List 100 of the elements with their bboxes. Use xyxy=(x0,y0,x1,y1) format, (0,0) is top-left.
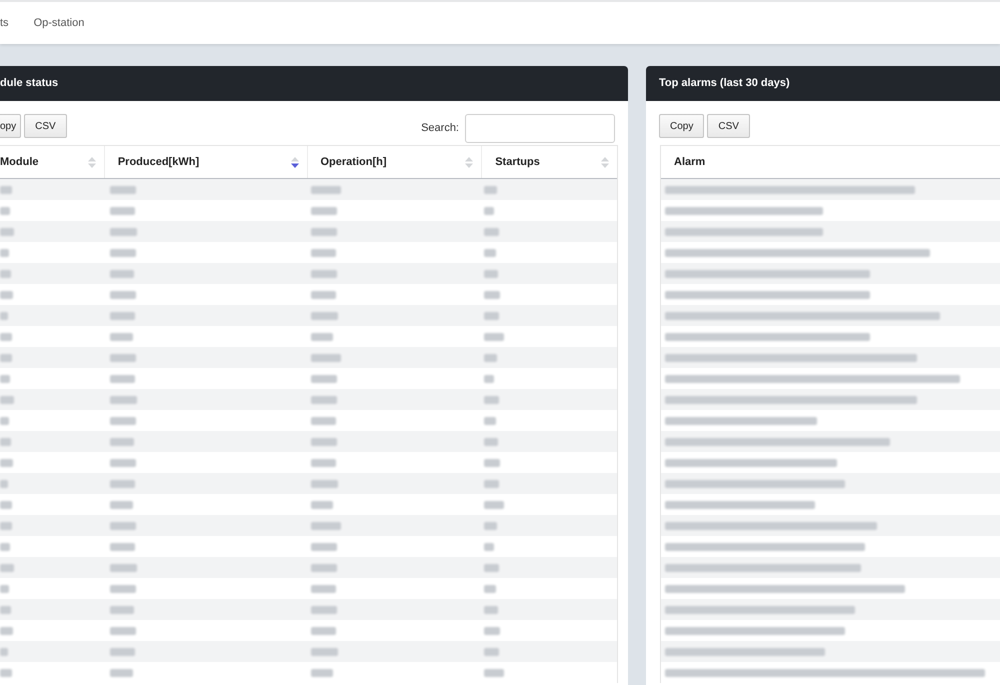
blurred-text xyxy=(484,522,498,530)
blurred-text xyxy=(310,270,336,278)
blurred-text xyxy=(110,438,134,446)
blurred-text xyxy=(310,606,336,614)
blurred-text xyxy=(310,248,336,256)
blurred-text xyxy=(110,354,136,362)
blurred-text xyxy=(310,396,336,404)
blurred-text xyxy=(310,626,336,634)
blurred-text xyxy=(484,396,500,404)
blurred-text xyxy=(0,206,10,214)
blurred-text xyxy=(310,522,340,530)
blurred-text xyxy=(110,374,135,382)
blurred-text xyxy=(484,354,498,362)
blurred-text xyxy=(484,584,496,592)
blurred-text xyxy=(484,458,500,466)
blurred-text xyxy=(0,374,10,382)
blurred-text xyxy=(110,206,135,214)
blurred-text xyxy=(484,500,504,508)
blurred-text xyxy=(0,396,14,404)
blurred-text xyxy=(0,354,12,362)
blurred-text xyxy=(0,312,8,320)
blurred-text xyxy=(110,500,133,508)
blurred-text xyxy=(0,228,14,236)
column-header[interactable]: Alarm xyxy=(661,146,1000,178)
blurred-text xyxy=(310,228,336,236)
blurred-text xyxy=(0,542,10,550)
blurred-text xyxy=(484,564,500,572)
blurred-text xyxy=(310,354,340,362)
blurred-text xyxy=(0,626,13,634)
blurred-text xyxy=(110,542,135,550)
blurred-text xyxy=(310,374,336,382)
blurred-text xyxy=(484,228,500,236)
blurred-text xyxy=(484,480,500,488)
column-header[interactable]: Module xyxy=(0,146,105,178)
blurred-text xyxy=(310,332,332,340)
blurred-text xyxy=(0,584,9,592)
export-button[interactable]: opy xyxy=(0,114,22,138)
blurred-text xyxy=(310,206,336,214)
search-label: Search: xyxy=(421,121,459,136)
blurred-text xyxy=(310,480,338,488)
blurred-text xyxy=(0,416,9,424)
blurred-text xyxy=(0,668,12,676)
blurred-text xyxy=(0,186,12,194)
blurred-text xyxy=(310,416,336,424)
blurred-text xyxy=(110,606,134,614)
blurred-text xyxy=(310,668,332,676)
blurred-text xyxy=(310,186,340,194)
blurred-text xyxy=(484,186,498,194)
blurred-text xyxy=(110,312,135,320)
panel-title: dule status xyxy=(0,76,58,92)
blurred-text xyxy=(484,648,500,656)
blurred-text xyxy=(484,312,500,320)
blurred-text xyxy=(110,290,136,298)
blurred-text xyxy=(310,564,336,572)
export-button[interactable]: Copy xyxy=(659,114,704,138)
blurred-text xyxy=(484,668,504,676)
search-field[interactable] xyxy=(465,114,615,143)
column-header[interactable]: Produced[kWh] xyxy=(104,146,308,178)
blurred-text xyxy=(110,584,136,592)
blurred-text xyxy=(110,186,136,194)
blurred-text xyxy=(110,270,134,278)
blurred-text xyxy=(310,500,332,508)
blurred-text xyxy=(110,458,136,466)
blurred-text xyxy=(110,480,135,488)
blurred-text xyxy=(110,648,135,656)
blurred-text xyxy=(0,248,9,256)
export-button[interactable]: CSV xyxy=(24,114,67,138)
blurred-text xyxy=(0,270,11,278)
blurred-text xyxy=(0,458,13,466)
blurred-text xyxy=(484,542,494,550)
blurred-text xyxy=(310,290,336,298)
blurred-text xyxy=(484,290,500,298)
blurred-text xyxy=(0,290,13,298)
blurred-text xyxy=(110,228,137,236)
blurred-text xyxy=(484,416,496,424)
column-header[interactable]: Startups xyxy=(482,146,618,178)
blurred-text xyxy=(0,564,14,572)
blurred-text xyxy=(0,480,8,488)
blurred-text xyxy=(484,606,498,614)
blurred-text xyxy=(484,248,496,256)
blurred-text xyxy=(310,312,338,320)
blurred-text xyxy=(0,332,12,340)
blurred-text xyxy=(484,438,498,446)
blurred-text xyxy=(484,332,504,340)
blurred-text xyxy=(310,584,336,592)
blurred-text xyxy=(110,564,137,572)
nav-link[interactable]: Op-station xyxy=(34,14,84,32)
blurred-text xyxy=(110,626,136,634)
blurred-text xyxy=(110,416,136,424)
nav-link[interactable]: ts xyxy=(0,14,9,32)
blurred-text xyxy=(310,648,338,656)
export-button[interactable]: CSV xyxy=(707,114,750,138)
blurred-text xyxy=(110,522,136,530)
blurred-text xyxy=(0,606,11,614)
blurred-text xyxy=(310,458,336,466)
blurred-text xyxy=(110,248,136,256)
blurred-text xyxy=(110,396,137,404)
blurred-text xyxy=(484,626,500,634)
blurred-text xyxy=(484,270,498,278)
column-header[interactable]: Operation[h] xyxy=(308,146,482,178)
